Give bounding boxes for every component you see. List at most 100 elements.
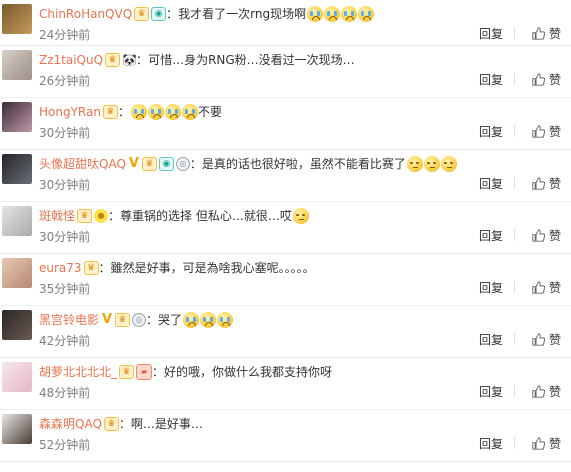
timestamp: 35分钟前 [39, 282, 91, 296]
reply-button[interactable]: 回复 [479, 331, 503, 348]
thumbs-up-icon [532, 229, 546, 242]
like-button[interactable]: 赞 [532, 279, 561, 296]
crying-emoji-icon [164, 103, 181, 120]
reply-button[interactable]: 回复 [479, 435, 503, 452]
like-label: 赞 [548, 281, 561, 295]
like-label: 赞 [548, 333, 561, 347]
crying-emoji-icon [217, 311, 234, 328]
like-button[interactable]: 赞 [532, 435, 561, 452]
comment-item: HongYRan ♛： 不要 30分钟前 回复 赞 [0, 98, 571, 150]
thumbs-up-icon [532, 333, 546, 346]
avatar[interactable] [2, 4, 32, 34]
crying-emoji-icon [147, 103, 164, 120]
reply-button[interactable]: 回复 [479, 227, 503, 244]
like-label: 赞 [548, 125, 561, 139]
crying-emoji-icon [200, 311, 217, 328]
username-link[interactable]: 斑戟怪 [39, 209, 75, 223]
comment-item: Zz1taiQuQ ♛ 🐼：可惜…身为RNG粉…没看过一次现场… 26分钟前 回复 赞 [0, 46, 571, 98]
vip-crown-icon[interactable]: ♛ [141, 156, 157, 171]
username-link[interactable]: ChinRoHanQVQ [39, 7, 132, 21]
like-label: 赞 [548, 229, 561, 243]
reply-button[interactable]: 回复 [479, 71, 503, 88]
avatar[interactable] [2, 102, 32, 132]
like-button[interactable]: 赞 [532, 383, 561, 400]
colon-separator: ： [189, 157, 202, 171]
vip-crown-icon[interactable]: ♛ [103, 416, 119, 431]
vip-crown-icon[interactable]: ♛ [115, 312, 131, 327]
panda-icon[interactable]: 🐼 [122, 52, 137, 67]
avatar[interactable] [2, 258, 32, 288]
like-button[interactable]: 赞 [532, 331, 561, 348]
username-link[interactable]: 森森明QAQ [39, 417, 102, 431]
timestamp: 52分钟前 [39, 438, 91, 452]
medal-icon[interactable]: ◎ [132, 312, 147, 327]
vip-crown-icon[interactable]: ♛ [119, 364, 135, 379]
crying-emoji-icon [324, 5, 341, 22]
comment-text: 哭了 [158, 313, 183, 327]
avatar[interactable] [2, 414, 32, 444]
reply-button[interactable]: 回复 [479, 383, 503, 400]
fan-eye-icon[interactable]: ◉ [158, 156, 174, 171]
reply-button[interactable]: 回复 [479, 279, 503, 296]
crying-emoji-icon [341, 5, 358, 22]
avatar[interactable] [2, 154, 32, 184]
comment-line: 胡萝北北北北_ ♛ ▰ ：好的哦，你做什么我都支持你呀 [39, 362, 561, 382]
username-link[interactable]: 胡萝北北北北_ [39, 365, 117, 379]
speechless-emoji-icon [440, 155, 457, 172]
like-label: 赞 [548, 385, 561, 399]
timestamp: 30分钟前 [39, 230, 91, 244]
avatar[interactable] [2, 50, 32, 80]
speechless-emoji-icon [292, 207, 309, 224]
colon-separator: ： [146, 313, 159, 327]
timestamp: 48分钟前 [39, 386, 91, 400]
action-divider [514, 437, 515, 449]
vip-crown-icon[interactable]: ♛ [77, 208, 93, 223]
colon-separator: ： [98, 261, 111, 275]
card-icon[interactable]: ▰ [136, 363, 153, 380]
avatar[interactable] [2, 310, 32, 340]
verified-v-icon[interactable]: V [128, 156, 140, 171]
avatar[interactable] [2, 362, 32, 392]
crying-emoji-icon [181, 103, 198, 120]
comment-line: 黑宫铃电影 V ♛ ◎ ：哭了 [39, 310, 561, 330]
timestamp: 30分钟前 [39, 126, 91, 140]
username-link[interactable]: Zz1taiQuQ [39, 53, 103, 67]
comment-item: ChinRoHanQVQ ♛ ◉ ：我才看了一次rng现场啊 24分钟前 回复 赞 [0, 0, 571, 46]
speechless-emoji-icon [406, 155, 423, 172]
chick-icon[interactable]: ● [94, 208, 109, 223]
reply-button[interactable]: 回复 [479, 123, 503, 140]
reply-button[interactable]: 回复 [479, 175, 503, 192]
vip-crown-icon[interactable]: ♛ [105, 52, 121, 67]
username-link[interactable]: 头像超甜呔QAQ [39, 157, 126, 171]
like-button[interactable]: 赞 [532, 175, 561, 192]
vip-crown-icon[interactable]: ♛ [134, 6, 150, 21]
comment-line: 头像超甜呔QAQ V ♛ ◉ ◎ ：是真的话也很好啦，虽然不能看比赛了 [39, 154, 561, 174]
medal-icon[interactable]: ◎ [175, 156, 190, 171]
timestamp: 42分钟前 [39, 334, 91, 348]
comment-text: 啊…是好事… [130, 417, 203, 431]
comment-line: ChinRoHanQVQ ♛ ◉ ：我才看了一次rng现场啊 [39, 4, 561, 24]
comment-text: 是真的话也很好啦，虽然不能看比赛了 [201, 157, 406, 171]
comment-item: 头像超甜呔QAQ V ♛ ◉ ◎ ：是真的话也很好啦，虽然不能看比赛了 30分钟前 回复 赞 [0, 150, 571, 202]
reply-button[interactable]: 回复 [479, 25, 503, 42]
colon-separator: ： [117, 105, 130, 119]
username-link[interactable]: 黑宫铃电影 [39, 313, 99, 327]
vip-crown-icon[interactable]: ♛ [83, 260, 99, 275]
username-link[interactable]: eura73 [39, 261, 82, 275]
colon-separator: ： [108, 209, 121, 223]
like-button[interactable]: 赞 [532, 227, 561, 244]
thumbs-up-icon [532, 73, 546, 86]
like-button[interactable]: 赞 [532, 25, 561, 42]
like-button[interactable]: 赞 [532, 123, 561, 140]
fan-eye-icon[interactable]: ◉ [151, 6, 167, 21]
avatar[interactable] [2, 206, 32, 236]
vip-crown-icon[interactable]: ♛ [102, 104, 118, 119]
verified-v-icon[interactable]: V [101, 312, 113, 327]
timestamp: 24分钟前 [39, 28, 91, 42]
username-link[interactable]: HongYRan [39, 105, 101, 119]
colon-separator: ： [136, 53, 149, 67]
comment-text: 我才看了一次rng现场啊 [178, 7, 307, 21]
thumbs-up-icon [532, 177, 546, 190]
like-button[interactable]: 赞 [532, 71, 561, 88]
comment-item: 黑宫铃电影 V ♛ ◎ ：哭了 42分钟前 回复 赞 [0, 306, 571, 358]
